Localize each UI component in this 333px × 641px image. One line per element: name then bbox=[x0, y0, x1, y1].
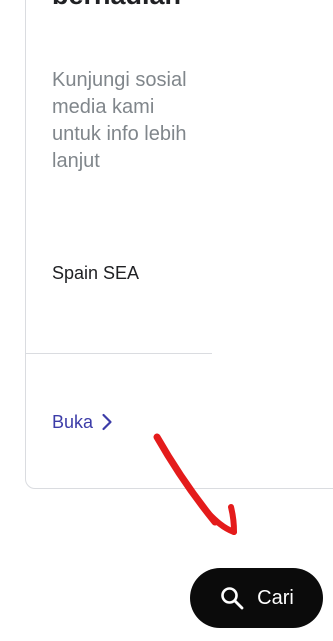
red-arrow-annotation bbox=[153, 433, 237, 535]
card-divider bbox=[26, 353, 212, 354]
card-title: bernadian bbox=[52, 0, 181, 12]
open-link[interactable]: Buka bbox=[52, 408, 113, 436]
chevron-right-icon bbox=[101, 413, 113, 431]
search-button-label: Cari bbox=[257, 587, 294, 609]
card-description: Kunjungi sosial media kami untuk info le… bbox=[52, 69, 187, 172]
card-region: Spain SEA bbox=[52, 263, 140, 283]
open-link-label: Buka bbox=[52, 412, 94, 432]
search-icon bbox=[219, 585, 245, 611]
search-button[interactable]: Cari bbox=[190, 568, 323, 628]
